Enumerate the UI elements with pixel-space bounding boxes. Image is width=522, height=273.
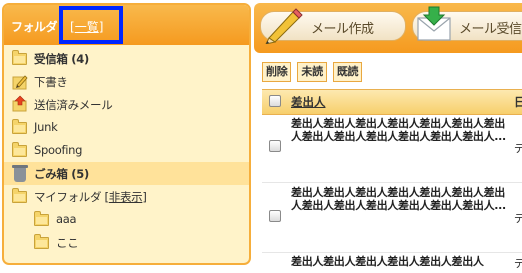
envelope-icon [415, 6, 455, 47]
folder-sidebar: フォルダ [一覧] 受信箱 (4) 下書き 送信済みメール Junk Spoof… [2, 3, 251, 265]
folder-item-koko[interactable]: ここ [4, 231, 249, 254]
folder-item-trash[interactable]: ごみ箱 (5) [4, 162, 249, 185]
next-cell: デ [514, 257, 522, 270]
folder-item-junk[interactable]: Junk [4, 116, 249, 139]
folder-item-label: マイフォルダ [非表示] [34, 190, 147, 204]
folder-item-label: ごみ箱 (5) [34, 167, 89, 181]
folder-icon [12, 188, 28, 205]
folder-item-label: 送信済みメール [34, 98, 113, 112]
bulk-actions: 削除 未読 既読 [262, 62, 363, 82]
toolbar: メール作成 メール受信 [254, 3, 522, 53]
folder-item-label: aaa [56, 212, 77, 226]
next-cell: デ [514, 212, 522, 225]
myfolder-label: マイフォルダ [34, 190, 102, 204]
folder-item-myfolder[interactable]: マイフォルダ [非表示] [4, 185, 249, 208]
hide-link[interactable]: 非表示 [109, 190, 143, 204]
table-row[interactable]: 差出人差出人差出人差出人差出人差出人差出人差出人差出人差出人差出人差出人差出人.… [262, 183, 522, 253]
table-row[interactable]: 差出人差出人差出人差出人差出人差出人差出人差出人差出人差出人差出人差出人差出人.… [262, 114, 522, 183]
row-checkbox[interactable] [269, 210, 281, 222]
delete-button[interactable]: 削除 [262, 62, 292, 82]
table-row[interactable]: 差出人差出人差出人差出人差出人差出人 デ [262, 253, 522, 273]
select-all-checkbox[interactable] [269, 95, 281, 107]
sender-cell[interactable]: 差出人差出人差出人差出人差出人差出人 [291, 255, 509, 268]
folder-item-inbox[interactable]: 受信箱 (4) [4, 47, 249, 70]
folder-item-label: 受信箱 (4) [34, 52, 89, 66]
folder-item-drafts[interactable]: 下書き [4, 70, 249, 93]
folder-item-label: Junk [34, 120, 58, 134]
mark-read-button[interactable]: 既読 [332, 62, 363, 82]
sidebar-title: フォルダ [11, 20, 58, 34]
sender-cell[interactable]: 差出人差出人差出人差出人差出人差出人差出人差出人差出人差出人差出人差出人差出人.… [291, 186, 509, 212]
folder-item-sent[interactable]: 送信済みメール [4, 93, 249, 116]
folder-icon [12, 50, 28, 67]
folder-item-label: Spoofing [34, 143, 83, 157]
pencil-icon [12, 74, 28, 90]
highlight-box [59, 6, 123, 44]
compose-button[interactable]: メール作成 [260, 8, 406, 45]
sender-cell[interactable]: 差出人差出人差出人差出人差出人差出人差出人差出人差出人差出人差出人差出人差出人.… [291, 117, 509, 143]
folder-item-spoofing[interactable]: Spoofing [4, 139, 249, 162]
pencil-icon [263, 8, 303, 47]
sender-column-header[interactable]: 差出人 [291, 94, 326, 110]
mark-unread-button[interactable]: 未読 [297, 62, 327, 82]
folder-icon [12, 119, 28, 136]
trash-icon [12, 165, 30, 182]
sidebar-header: フォルダ [一覧] [4, 5, 249, 45]
folder-item-label: 下書き [34, 75, 68, 89]
receive-button[interactable]: メール受信 [412, 6, 522, 41]
table-header: 差出人 日 [262, 89, 522, 115]
folder-icon [34, 234, 50, 251]
row-checkbox[interactable] [269, 140, 281, 152]
folder-icon [12, 142, 28, 159]
next-cell: デ [514, 142, 522, 155]
folder-item-label: ここ [56, 236, 79, 250]
receive-label: メール受信 [459, 22, 522, 37]
folder-item-aaa[interactable]: aaa [4, 208, 249, 231]
sent-icon [12, 95, 28, 112]
folder-icon [34, 211, 50, 228]
compose-label: メール作成 [311, 22, 374, 37]
next-column-header: 日 [514, 95, 522, 109]
mail-list-pane: メール作成 メール受信 削除 未読 既読 差出人 日 差出人差出人差出人差出人差… [254, 0, 522, 270]
